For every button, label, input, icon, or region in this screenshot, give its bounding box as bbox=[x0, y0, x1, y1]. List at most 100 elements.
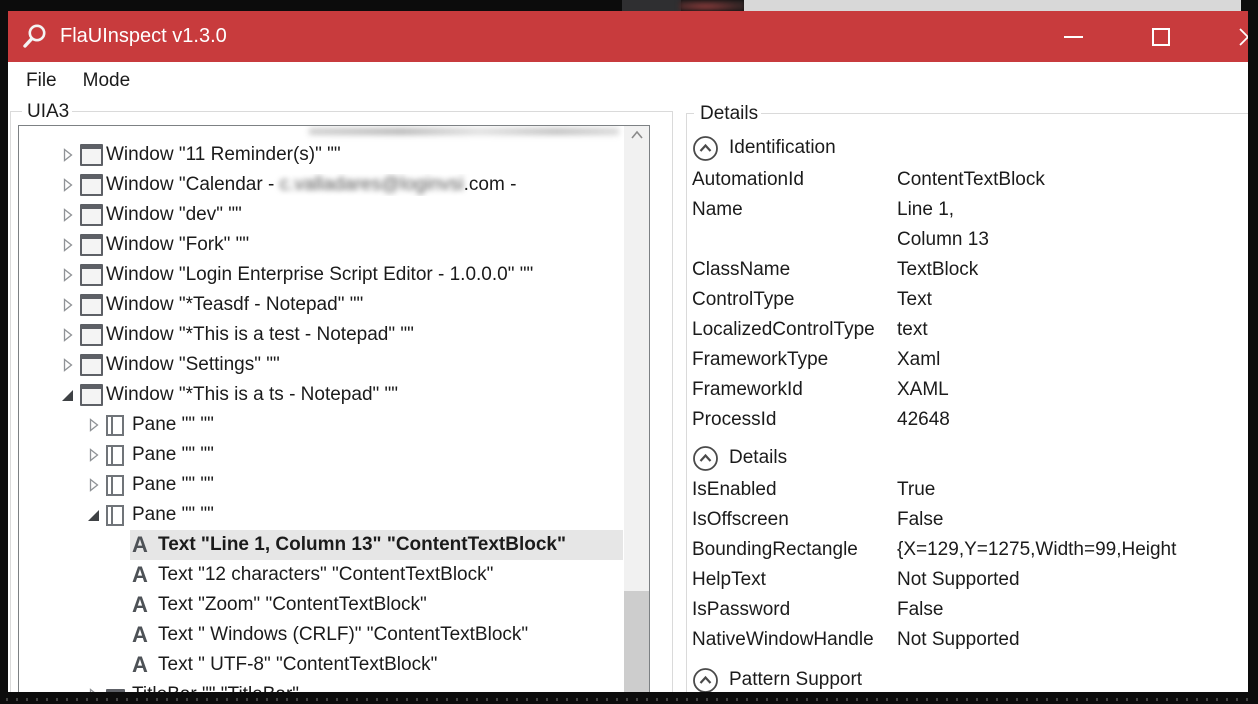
tree-row[interactable]: Window "*Teasdf - Notepad" "" bbox=[19, 290, 623, 320]
expander-expanded-icon[interactable] bbox=[84, 509, 104, 522]
property-value: XAML bbox=[897, 375, 1248, 405]
tree-row-label: Window "Calendar - c.valladares@loginvsi… bbox=[106, 174, 516, 196]
property-key: ClassName bbox=[692, 255, 897, 285]
property-key: ProcessId bbox=[692, 405, 897, 435]
tree-row[interactable]: Pane "" "" bbox=[19, 440, 623, 470]
chevron-up-circle-icon[interactable] bbox=[692, 445, 719, 472]
tree-row[interactable]: Window "Login Enterprise Script Editor -… bbox=[19, 260, 623, 290]
tree-row-content: Pane "" "" bbox=[104, 410, 214, 440]
chevron-up-circle-icon[interactable] bbox=[692, 135, 719, 162]
expander-collapsed-icon[interactable] bbox=[58, 358, 78, 372]
expander-collapsed-icon[interactable] bbox=[58, 328, 78, 342]
expander-collapsed-icon[interactable] bbox=[84, 478, 104, 492]
tree-row[interactable]: Window "*This is a ts - Notepad" "" bbox=[19, 380, 623, 410]
expander-collapsed-icon[interactable] bbox=[84, 688, 104, 692]
titlebar-icon bbox=[106, 689, 132, 692]
tree-row[interactable]: Window "11 Reminder(s)" "" bbox=[19, 140, 623, 170]
details-group-label: Details bbox=[697, 103, 761, 125]
tree-row-label: Window "Login Enterprise Script Editor -… bbox=[106, 264, 533, 286]
tree-row[interactable]: AText " UTF-8" "ContentTextBlock" bbox=[19, 650, 623, 680]
tree-row-label: Window "Fork" "" bbox=[106, 234, 249, 256]
text-icon: A bbox=[132, 654, 158, 676]
window-icon bbox=[80, 264, 106, 286]
tree-row[interactable]: Window "dev" "" bbox=[19, 200, 623, 230]
property-row: BoundingRectangle{X=129,Y=1275,Width=99,… bbox=[692, 535, 1248, 565]
tree-row[interactable]: AText "Zoom" "ContentTextBlock" bbox=[19, 590, 623, 620]
window-icon bbox=[80, 204, 106, 226]
tree-row[interactable]: Window "Fork" "" bbox=[19, 230, 623, 260]
property-value: False bbox=[897, 505, 1248, 535]
tree-row[interactable]: Pane "" "" bbox=[19, 410, 623, 440]
details-group-border bbox=[760, 113, 1248, 114]
tree-row-content: Window "*Teasdf - Notepad" "" bbox=[78, 290, 363, 320]
menu-item-file[interactable]: File bbox=[26, 70, 57, 92]
expander-collapsed-icon[interactable] bbox=[58, 178, 78, 192]
property-row: FrameworkIdXAML bbox=[692, 375, 1248, 405]
property-key: IsEnabled bbox=[692, 475, 897, 505]
expander-collapsed-icon[interactable] bbox=[84, 448, 104, 462]
property-key: FrameworkId bbox=[692, 375, 897, 405]
tree-row[interactable]: Window "Calendar - c.valladares@loginvsi… bbox=[19, 170, 623, 200]
uia-tree[interactable]: Window "11 Reminder(s)" "" Window "Calend… bbox=[18, 125, 650, 692]
tree-row-content: Pane "" "" bbox=[104, 470, 214, 500]
tree-row[interactable]: Window "*This is a test - Notepad" "" bbox=[19, 320, 623, 350]
expander-collapsed-icon[interactable] bbox=[58, 238, 78, 252]
tree-vertical-scrollbar[interactable] bbox=[624, 126, 649, 692]
scrollbar-thumb[interactable] bbox=[624, 591, 649, 692]
expander-collapsed-icon[interactable] bbox=[58, 268, 78, 282]
tree-row-content: Window "Fork" "" bbox=[78, 230, 249, 260]
property-value: TextBlock bbox=[897, 255, 1248, 285]
tree-row[interactable]: Pane "" "" bbox=[19, 470, 623, 500]
expander-expanded-icon[interactable] bbox=[58, 389, 78, 402]
tree-row-content: Window "Settings" "" bbox=[78, 350, 280, 380]
tree-row[interactable]: Window "Settings" "" bbox=[19, 350, 623, 380]
tree-row-label: Text " UTF-8" "ContentTextBlock" bbox=[158, 654, 437, 676]
menu-item-mode[interactable]: Mode bbox=[83, 70, 131, 92]
tree-row[interactable]: AText "Line 1, Column 13" "ContentTextBl… bbox=[19, 530, 623, 560]
maximize-button[interactable] bbox=[1138, 11, 1183, 62]
property-value: Not Supported bbox=[897, 565, 1248, 595]
chevron-up-circle-icon[interactable] bbox=[692, 667, 719, 693]
window-icon bbox=[80, 294, 106, 316]
tree-row-content: AText "Zoom" "ContentTextBlock" bbox=[130, 590, 427, 620]
property-value: text bbox=[897, 315, 1248, 345]
property-value: Text bbox=[897, 285, 1248, 315]
window-icon bbox=[80, 324, 106, 346]
section-title: Pattern Support bbox=[729, 669, 862, 691]
property-key: BoundingRectangle bbox=[692, 535, 897, 565]
property-row: NameLine 1, Column 13 bbox=[692, 195, 1248, 255]
tree-row-label: Pane "" "" bbox=[132, 414, 214, 436]
tree-row[interactable]: Pane "" "" bbox=[19, 500, 623, 530]
uia3-group-border bbox=[10, 111, 11, 692]
tree-row[interactable]: AText " Windows (CRLF)" "ContentTextBloc… bbox=[19, 620, 623, 650]
menu-bar: File Mode bbox=[8, 62, 1248, 100]
expander-collapsed-icon[interactable] bbox=[58, 148, 78, 162]
tree-row-content: AText " UTF-8" "ContentTextBlock" bbox=[130, 650, 437, 680]
close-button[interactable] bbox=[1225, 11, 1248, 62]
clipped-tree-row-blur bbox=[309, 128, 619, 135]
property-row: IsOffscreenFalse bbox=[692, 505, 1248, 535]
tree-row[interactable]: TitleBar "" "TitleBar" bbox=[19, 680, 623, 692]
property-row: HelpTextNot Supported bbox=[692, 565, 1248, 595]
expander-collapsed-icon[interactable] bbox=[58, 298, 78, 312]
window-icon bbox=[80, 234, 106, 256]
pane-icon bbox=[106, 505, 132, 526]
expander-collapsed-icon[interactable] bbox=[84, 418, 104, 432]
blurred-email: c.valladares@loginvsi bbox=[280, 174, 464, 195]
window-icon bbox=[80, 354, 106, 376]
text-icon: A bbox=[132, 624, 158, 646]
maximize-icon bbox=[1152, 28, 1170, 46]
property-value: 42648 bbox=[897, 405, 1248, 435]
tree-row[interactable]: AText "12 characters" "ContentTextBlock" bbox=[19, 560, 623, 590]
background-window-sliver-gray bbox=[744, 0, 1241, 11]
property-value: {X=129,Y=1275,Width=99,Height bbox=[897, 535, 1248, 565]
magnifier-icon bbox=[20, 22, 50, 52]
minimize-button[interactable] bbox=[1051, 11, 1096, 62]
property-row: ControlTypeText bbox=[692, 285, 1248, 315]
title-bar[interactable]: FlaUInspect v1.3.0 bbox=[8, 11, 1248, 62]
property-row: ProcessId42648 bbox=[692, 405, 1248, 435]
expander-collapsed-icon[interactable] bbox=[58, 208, 78, 222]
property-row: NativeWindowHandleNot Supported bbox=[692, 625, 1248, 655]
scrollbar-up-arrow[interactable] bbox=[624, 130, 649, 140]
tree-row-content: Window "Calendar - c.valladares@loginvsi… bbox=[78, 170, 516, 200]
